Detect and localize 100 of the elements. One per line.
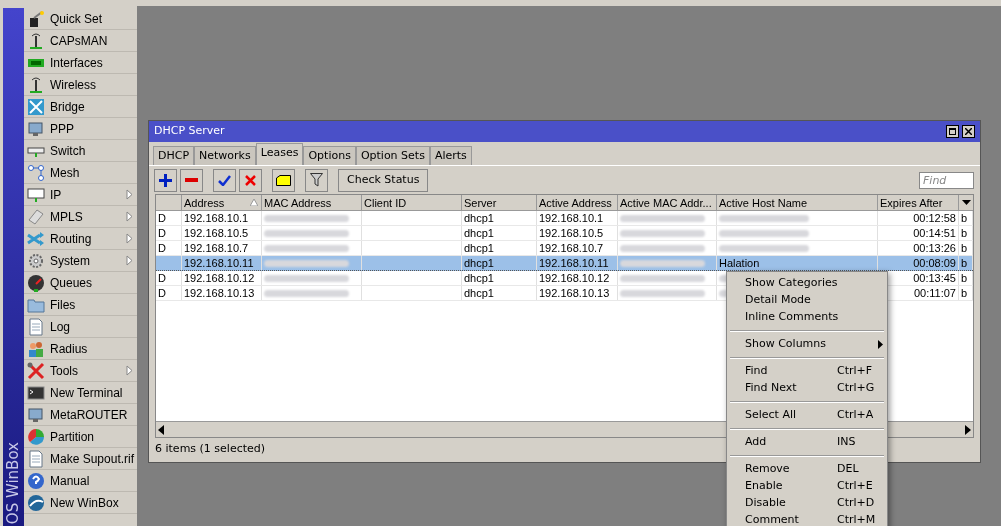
context-menu-item[interactable]: Find Next Ctrl+G xyxy=(727,380,887,397)
menu-item[interactable]: Routing xyxy=(24,228,137,250)
table-cell: 192.168.10.7 xyxy=(539,241,604,255)
maximize-button[interactable] xyxy=(946,125,959,138)
filter-button[interactable] xyxy=(305,168,328,192)
column-header[interactable]: Address xyxy=(182,195,262,210)
column-header[interactable]: Server xyxy=(462,195,537,210)
menu-item[interactable]: Mesh xyxy=(24,162,137,184)
menu-item[interactable]: System xyxy=(24,250,137,272)
menu-item[interactable]: Make Supout.rif xyxy=(24,448,137,470)
filter-icon xyxy=(310,173,323,187)
enable-button[interactable] xyxy=(213,168,236,192)
comment-button[interactable] xyxy=(272,168,295,192)
table-row[interactable]: 192.168.10.11 dhcp1 192.168.10.11 Halation 00:08:09 b xyxy=(156,256,973,271)
table-cell: b xyxy=(961,241,968,255)
context-menu-item[interactable]: Find Ctrl+F xyxy=(727,363,887,380)
tab[interactable]: Options xyxy=(303,146,356,165)
menu-item[interactable]: IP xyxy=(24,184,137,206)
context-menu-item[interactable]: Comment Ctrl+M xyxy=(727,512,887,526)
menu-item[interactable]: Tools xyxy=(24,360,137,382)
table-cell: dhcp1 xyxy=(464,256,494,270)
menu-item[interactable]: Partition xyxy=(24,426,137,448)
pie-chart-icon xyxy=(27,427,45,446)
table-cell: 00:13:26 xyxy=(913,241,956,255)
context-menu-item[interactable]: Show Columns xyxy=(727,336,887,353)
column-header[interactable]: Expires After xyxy=(878,195,959,210)
menu-item[interactable]: Interfaces xyxy=(24,52,137,74)
gauge-icon xyxy=(27,273,45,292)
menu-item[interactable]: Log xyxy=(24,316,137,338)
table-cell: D xyxy=(158,241,166,255)
monitor-icon xyxy=(27,405,45,424)
plus-icon xyxy=(159,173,172,187)
checkmark-icon xyxy=(218,174,231,186)
context-menu-item[interactable]: Remove DEL xyxy=(727,461,887,478)
column-header[interactable]: Active Address xyxy=(537,195,618,210)
table-cell: 192.168.10.1 xyxy=(539,211,604,225)
tools-icon xyxy=(27,361,45,380)
window-title: DHCP Server xyxy=(154,123,226,140)
table-row[interactable]: D 192.168.10.1 dhcp1 192.168.10.1 00:12:58 b xyxy=(156,211,973,226)
find-field[interactable]: Find xyxy=(919,171,974,189)
help-icon xyxy=(27,471,45,490)
context-menu-item[interactable]: Add INS xyxy=(727,434,887,451)
menu-item[interactable]: Bridge xyxy=(24,96,137,118)
column-header[interactable]: Client ID xyxy=(362,195,462,210)
tab[interactable]: Leases xyxy=(255,143,304,165)
menu-item[interactable]: Quick Set xyxy=(24,8,137,30)
context-menu-item[interactable]: Inline Comments xyxy=(727,309,887,326)
tab[interactable]: Option Sets xyxy=(355,146,430,165)
disable-button[interactable] xyxy=(239,168,262,192)
menu-item[interactable]: CAPsMAN xyxy=(24,30,137,52)
menu-item[interactable]: Manual xyxy=(24,470,137,492)
table-cell: 192.168.10.1 xyxy=(184,211,249,225)
add-button[interactable] xyxy=(154,168,177,192)
menu-item[interactable]: New Terminal xyxy=(24,382,137,404)
table-cell: dhcp1 xyxy=(464,271,494,285)
check-status-button[interactable]: Check Status xyxy=(338,168,429,192)
menu-item[interactable]: PPP xyxy=(24,118,137,140)
menu-item[interactable]: Files xyxy=(24,294,137,316)
table-cell: b xyxy=(961,286,968,300)
table-cell: dhcp1 xyxy=(464,211,494,225)
table-cell: b xyxy=(961,211,968,225)
table-cell: dhcp1 xyxy=(464,226,494,240)
table-cell: 00:08:09 xyxy=(913,256,956,270)
menu-item[interactable]: New WinBox xyxy=(24,492,137,514)
table-cell: b xyxy=(961,271,968,285)
menu-item[interactable]: MPLS xyxy=(24,206,137,228)
tab[interactable]: DHCP xyxy=(153,146,195,165)
wand-icon xyxy=(27,9,45,28)
context-menu-item[interactable]: Select All Ctrl+A xyxy=(727,407,887,424)
context-menu-item[interactable]: Disable Ctrl+D xyxy=(727,495,887,512)
menu-item[interactable]: MetaROUTER xyxy=(24,404,137,426)
tab[interactable]: Alerts xyxy=(429,146,472,165)
routing-icon xyxy=(27,229,45,248)
sort-ascending-icon xyxy=(250,199,258,206)
submenu-arrow-icon xyxy=(878,340,883,349)
column-header[interactable]: Active MAC Addr... xyxy=(618,195,717,210)
antenna-icon xyxy=(27,31,45,50)
table-cell: dhcp1 xyxy=(464,286,494,300)
close-button[interactable] xyxy=(962,125,975,138)
menu-item[interactable]: Radius xyxy=(24,338,137,360)
menu-item[interactable]: Wireless xyxy=(24,74,137,96)
document-icon xyxy=(27,317,45,336)
document-icon xyxy=(27,449,45,468)
table-cell: 00:13:45 xyxy=(913,271,956,285)
menu-item[interactable]: Switch xyxy=(24,140,137,162)
table-cell: 192.168.10.5 xyxy=(184,226,249,240)
table-row[interactable]: D 192.168.10.5 dhcp1 192.168.10.5 00:14:51 b xyxy=(156,226,973,241)
table-cell: 192.168.10.13 xyxy=(184,286,255,300)
remove-button[interactable] xyxy=(180,168,203,192)
column-header[interactable]: Active Host Name xyxy=(717,195,878,210)
table-cell: b xyxy=(961,256,968,270)
antenna-icon xyxy=(27,75,45,94)
column-header[interactable]: MAC Address xyxy=(262,195,362,210)
tab[interactable]: Networks xyxy=(194,146,256,165)
table-cell: 192.168.10.11 xyxy=(184,256,254,270)
brand-text: OS WinBox xyxy=(3,441,23,524)
menu-item[interactable]: Queues xyxy=(24,272,137,294)
terminal-icon xyxy=(27,383,45,402)
context-menu-item[interactable]: Enable Ctrl+E xyxy=(727,478,887,495)
table-cell: 192.168.10.12 xyxy=(184,271,255,285)
